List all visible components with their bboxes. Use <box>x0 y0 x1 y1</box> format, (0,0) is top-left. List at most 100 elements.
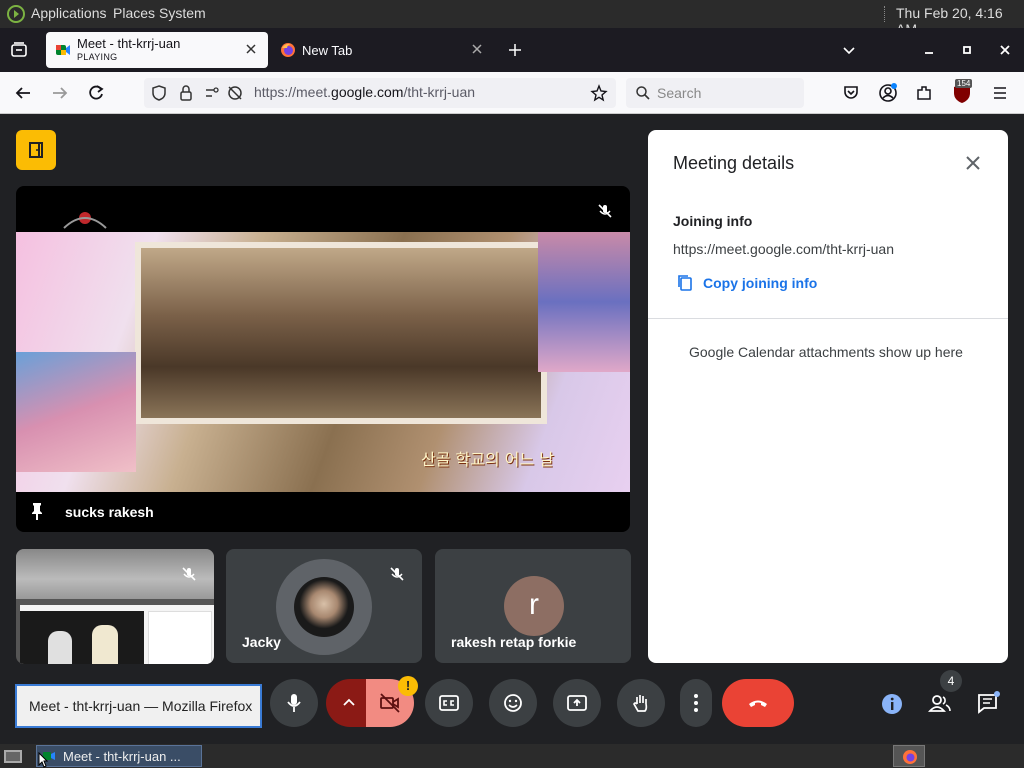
close-window-icon[interactable] <box>998 43 1012 57</box>
emoji-icon <box>504 694 522 712</box>
bookmark-star-icon[interactable] <box>590 84 608 102</box>
browser-tab-bar: Meet - tht-krrj-uan PLAYING New Tab <box>0 28 1024 72</box>
taskbar-window-meet[interactable]: Meet - tht-krrj-uan ... <box>36 745 202 767</box>
list-all-tabs-icon[interactable] <box>842 43 856 57</box>
more-options-button[interactable] <box>680 679 712 727</box>
panel-separator <box>884 6 887 22</box>
meet-page: 산골 학교의 어느 날 sucks rakesh Jacky r rakesh … <box>0 114 1024 744</box>
minimize-icon[interactable] <box>922 43 936 57</box>
forward-icon[interactable] <box>51 84 69 102</box>
window-tooltip: Meet - tht-krrj-uan — Mozilla Firefox <box>15 684 262 728</box>
tracking-shield-icon[interactable] <box>150 84 168 102</box>
preview-details-panel <box>148 611 212 664</box>
door-icon <box>26 140 46 160</box>
main-speaker-name: sucks rakesh <box>65 504 154 520</box>
copy-joining-info-button[interactable]: Copy joining info <box>703 275 817 291</box>
firefox-favicon-icon <box>280 42 296 58</box>
url-bar[interactable]: https://meet.google.com/tht-krrj-uan <box>144 78 616 108</box>
video-caption: 산골 학교의 어느 날 <box>421 450 555 469</box>
permissions-icon[interactable] <box>204 84 224 102</box>
present-screen-icon <box>567 695 587 711</box>
maximize-icon[interactable] <box>960 43 974 57</box>
self-view-tile[interactable] <box>16 549 214 664</box>
present-screen-button[interactable] <box>553 679 601 727</box>
muted-mic-icon <box>596 202 614 220</box>
back-icon[interactable] <box>14 84 32 102</box>
mouse-cursor-icon <box>38 752 48 768</box>
avatar-jacky <box>294 577 354 637</box>
pin-icon[interactable] <box>28 501 46 521</box>
photo-collage-left <box>16 352 136 472</box>
account-icon[interactable] <box>878 83 898 103</box>
captions-button[interactable] <box>425 679 473 727</box>
self-view-screen-preview <box>20 605 214 664</box>
microphone-button[interactable] <box>270 679 318 727</box>
search-bar[interactable]: Search <box>626 78 804 108</box>
muted-mic-icon <box>180 565 198 583</box>
extensions-icon[interactable] <box>915 84 933 102</box>
search-placeholder: Search <box>657 85 702 101</box>
preview-video-area <box>20 611 144 664</box>
search-icon <box>635 85 651 101</box>
participant-tile-rakesh[interactable]: r rakesh retap forkie <box>435 549 631 663</box>
workspace-switcher[interactable] <box>893 745 925 767</box>
participant-name: rakesh retap forkie <box>451 634 577 650</box>
tab-title: Meet - tht-krrj-uan <box>77 36 181 51</box>
close-tab-icon[interactable] <box>470 42 484 56</box>
show-desktop-icon[interactable] <box>3 747 23 765</box>
close-panel-icon[interactable] <box>964 154 982 172</box>
reload-icon[interactable] <box>87 84 105 102</box>
preview-figure <box>48 631 72 664</box>
people-icon[interactable] <box>927 692 953 716</box>
url-path: /tht-krrj-uan <box>403 84 476 100</box>
raise-hand-button[interactable] <box>617 679 665 727</box>
camera-blocked-icon[interactable] <box>226 84 244 102</box>
main-video-tile[interactable]: 산골 학교의 어느 날 sucks rakesh <box>16 186 630 532</box>
captions-icon <box>439 695 459 711</box>
participant-count-badge: 4 <box>940 670 962 692</box>
warning-badge: ! <box>398 676 418 696</box>
meeting-info-icon[interactable] <box>880 692 904 716</box>
chevron-up-icon <box>342 696 356 710</box>
end-call-icon <box>746 691 770 715</box>
browser-navigation-bar: https://meet.google.com/tht-krrj-uan Sea… <box>0 72 1024 114</box>
copy-icon[interactable] <box>677 274 693 292</box>
camera-off-icon <box>378 691 402 715</box>
participant-tile-jacky[interactable]: Jacky <box>226 549 422 663</box>
tab-meet[interactable]: Meet - tht-krrj-uan PLAYING <box>46 32 268 68</box>
distro-logo-icon[interactable] <box>6 4 26 24</box>
leave-call-button[interactable] <box>722 679 794 727</box>
panel-divider <box>648 318 1008 319</box>
menu-places[interactable]: Places <box>113 5 155 21</box>
photo-collage-right <box>538 232 630 372</box>
tab-manager-icon[interactable] <box>10 41 28 59</box>
menu-system[interactable]: System <box>159 5 206 21</box>
url-prefix: https://meet. <box>254 84 332 100</box>
url-text[interactable]: https://meet.google.com/tht-krrj-uan <box>254 84 475 100</box>
pocket-icon[interactable] <box>842 84 860 102</box>
room-door-button[interactable] <box>16 130 56 170</box>
broadcast-logo-icon <box>60 204 110 232</box>
panel-title: Meeting details <box>673 153 795 173</box>
new-tab-icon[interactable] <box>507 42 523 58</box>
meet-favicon-icon <box>55 42 71 58</box>
calendar-attachments-note: Google Calendar attachments show up here <box>689 344 963 360</box>
preview-figure <box>92 625 118 664</box>
extension-badge: 154 <box>955 79 973 88</box>
chat-icon[interactable] <box>976 690 1002 716</box>
group-photo <box>141 248 541 418</box>
menu-applications[interactable]: Applications <box>31 5 107 21</box>
meeting-details-panel: Meeting details Joining info https://mee… <box>648 130 1008 663</box>
participant-name: Jacky <box>242 634 281 650</box>
close-tab-icon[interactable] <box>244 42 258 56</box>
joining-url: https://meet.google.com/tht-krrj-uan <box>673 241 894 257</box>
lock-icon[interactable] <box>178 84 194 102</box>
system-taskbar: Meet - tht-krrj-uan ... <box>0 744 1024 768</box>
more-vert-icon <box>694 694 698 712</box>
system-top-panel: Applications Places System Thu Feb 20, 4… <box>0 0 1024 37</box>
tab-new-tab[interactable]: New Tab <box>272 32 494 68</box>
hamburger-menu-icon[interactable] <box>991 84 1009 102</box>
reactions-button[interactable] <box>489 679 537 727</box>
tab-playing-label: PLAYING <box>77 52 118 62</box>
tab-title: New Tab <box>302 43 353 58</box>
